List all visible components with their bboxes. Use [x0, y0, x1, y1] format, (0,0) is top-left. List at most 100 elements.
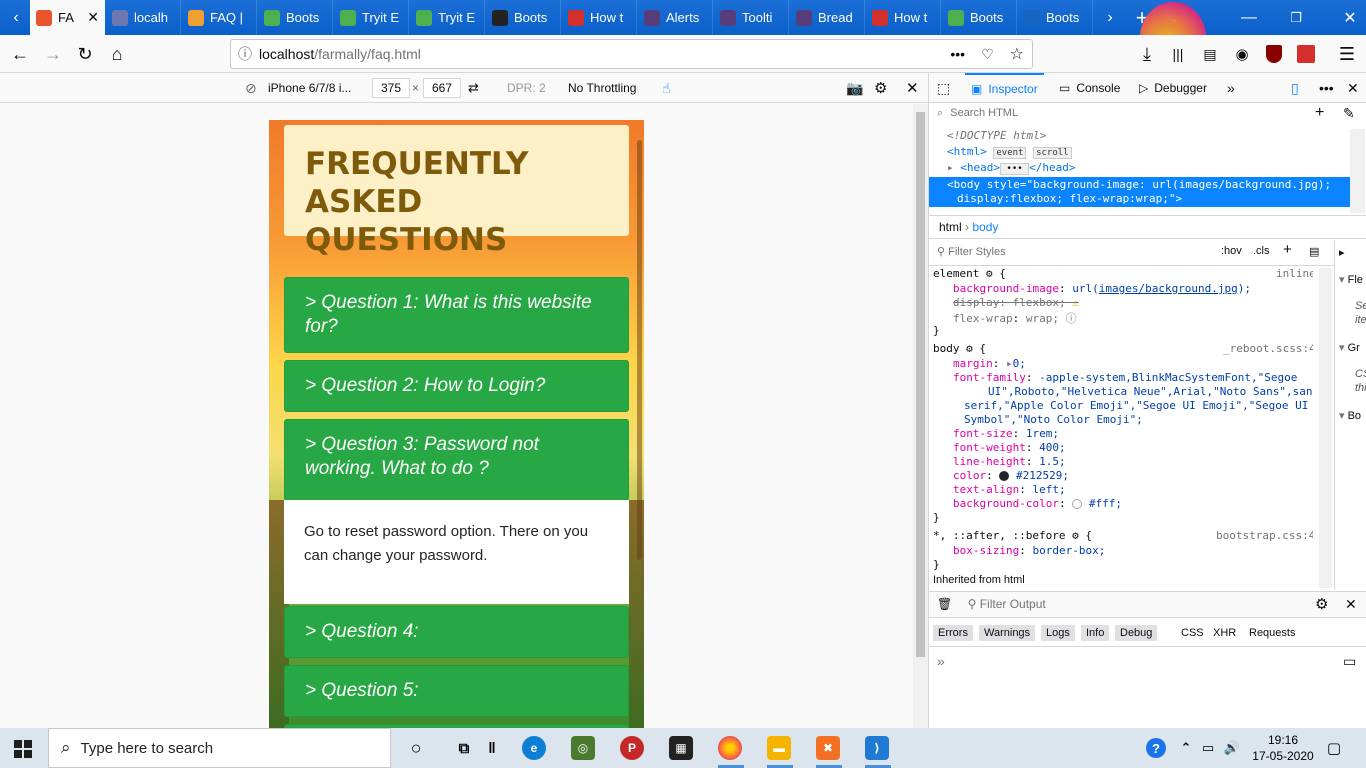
- html-search[interactable]: ⌕ Search HTML: [937, 107, 1317, 120]
- browser-tab[interactable]: Boots: [486, 0, 561, 35]
- account-icon[interactable]: ◉: [1227, 39, 1257, 69]
- menu-button[interactable]: ☰: [1332, 39, 1362, 69]
- browser-tab[interactable]: Boots: [1018, 0, 1093, 35]
- browser-tab[interactable]: How t: [562, 0, 637, 35]
- tab-close-icon[interactable]: ✕: [83, 9, 99, 26]
- doctype-node[interactable]: <!DOCTYPE html>: [947, 129, 1046, 142]
- ublock-icon[interactable]: [1259, 39, 1289, 69]
- question-1[interactable]: > Question 1: What is this website for?: [284, 277, 629, 353]
- color-swatch-icon[interactable]: [1072, 499, 1083, 509]
- dpr-selector[interactable]: DPR: 2: [507, 78, 546, 98]
- taskbar-search-box[interactable]: ⌕ Type here to search: [48, 728, 391, 768]
- notifications-icon[interactable]: ▢: [1322, 736, 1346, 760]
- eyedropper-icon[interactable]: ✎: [1343, 105, 1355, 122]
- decl-flex-wrap[interactable]: flex-wrap: wrap; ⓘ: [953, 310, 1077, 326]
- filter-errors-button[interactable]: Errors: [933, 625, 973, 641]
- throttling-selector[interactable]: No Throttling: [568, 78, 636, 98]
- close-devtools-button[interactable]: ✕: [1347, 73, 1359, 103]
- editor-mode-icon[interactable]: ▭: [1343, 653, 1356, 670]
- rules-scrollbar[interactable]: [1319, 268, 1332, 588]
- reload-button[interactable]: ↻: [70, 39, 100, 69]
- volume-icon[interactable]: 🔊: [1220, 736, 1244, 760]
- add-node-icon[interactable]: +: [1315, 104, 1324, 122]
- browser-tab[interactable]: FA ✕: [30, 0, 105, 35]
- console-input[interactable]: [1023, 653, 1333, 669]
- downloads-icon[interactable]: ⤓: [1132, 39, 1162, 69]
- rule-source-bootstrap[interactable]: bootstrap.css:40: [1216, 529, 1313, 542]
- scroll-badge[interactable]: scroll: [1033, 147, 1072, 159]
- filter-xhr-button[interactable]: XHR: [1213, 627, 1236, 639]
- touch-simulation-icon[interactable]: ☝: [662, 78, 680, 98]
- url-bar[interactable]: ⓘ localhost/farmally/faq.html ••• ♡ ☆: [230, 39, 1033, 69]
- color-swatch-icon[interactable]: [999, 471, 1010, 481]
- page-actions-icon[interactable]: •••: [942, 46, 973, 62]
- close-rdm-button[interactable]: ✕: [906, 78, 919, 98]
- trash-icon[interactable]: 🗑: [937, 597, 952, 611]
- cls-toggle[interactable]: .cls: [1253, 245, 1270, 257]
- forward-button[interactable]: →: [38, 39, 68, 69]
- breadcrumb-body[interactable]: body: [972, 220, 998, 234]
- filter-css-button[interactable]: CSS: [1181, 627, 1204, 639]
- browser-tab[interactable]: localh: [106, 0, 181, 35]
- window-close-button[interactable]: ✕: [1334, 0, 1366, 35]
- filter-output-input[interactable]: Filter Output: [980, 597, 1046, 611]
- library-icon[interactable]: |||: [1163, 39, 1193, 69]
- viewport-scrollbar[interactable]: [913, 104, 928, 728]
- browser-tab[interactable]: Tryit E: [410, 0, 485, 35]
- decl-margin[interactable]: margin: ▸0;: [953, 357, 1026, 370]
- more-tabs-icon[interactable]: »: [1227, 73, 1235, 103]
- head-node[interactable]: ▸ <head> ••• </head>: [947, 161, 1075, 175]
- hov-toggle[interactable]: :hov: [1221, 245, 1242, 257]
- browser-tab[interactable]: Boots: [258, 0, 333, 35]
- pocket-icon[interactable]: ♡: [973, 46, 1002, 63]
- task-view-icon[interactable]: ⧉: [452, 736, 476, 760]
- device-selector[interactable]: iPhone 6/7/8 i...: [268, 78, 351, 98]
- viewport-height-input[interactable]: 667: [423, 78, 461, 98]
- firefox-taskbar-icon[interactable]: [718, 736, 742, 760]
- tab-console[interactable]: ▭ Console: [1059, 73, 1120, 103]
- parsec-icon[interactable]: P: [620, 736, 644, 760]
- home-button[interactable]: ⌂: [102, 39, 132, 69]
- bookmark-star-icon[interactable]: ☆: [1002, 44, 1032, 64]
- file-explorer-icon[interactable]: ▬: [767, 736, 791, 760]
- sidebar-icon[interactable]: ▤: [1195, 39, 1225, 69]
- side-panel-toggle-icon[interactable]: ▸: [1339, 246, 1345, 259]
- close-split-console-button[interactable]: ✕: [1345, 596, 1357, 613]
- windows-start-icon[interactable]: [14, 740, 32, 758]
- screenshot-icon[interactable]: 📷: [846, 78, 863, 98]
- print-simulation-icon[interactable]: ▤: [1309, 245, 1319, 258]
- help-icon[interactable]: ?: [1146, 738, 1166, 758]
- tab-scroll-left-button[interactable]: ‹: [0, 0, 32, 35]
- edge-icon[interactable]: e: [522, 736, 546, 760]
- back-button[interactable]: ←: [5, 39, 35, 69]
- filter-requests-button[interactable]: Requests: [1249, 627, 1295, 639]
- browser-tab[interactable]: Tryit E: [334, 0, 409, 35]
- vscode-icon[interactable]: ⟩: [865, 736, 889, 760]
- clock[interactable]: 19:16 17-05-2020: [1250, 732, 1316, 764]
- html-search-input[interactable]: Search HTML: [950, 107, 1018, 119]
- cortana-icon[interactable]: ○: [404, 736, 428, 760]
- question-4[interactable]: > Question 4:: [284, 606, 629, 658]
- filter-debug-button[interactable]: Debug: [1115, 625, 1158, 641]
- browser-tab[interactable]: Boots: [942, 0, 1017, 35]
- filter-styles-input[interactable]: Filter Styles: [948, 246, 1005, 258]
- minimize-button[interactable]: —: [1233, 0, 1265, 35]
- decl-display-invalid[interactable]: display: flexbox; ⚠: [953, 296, 1079, 309]
- extension-icon[interactable]: [1291, 39, 1321, 69]
- xampp-icon[interactable]: ✖: [816, 736, 840, 760]
- decl-color[interactable]: color: #212529;: [953, 469, 1069, 482]
- browser-tab[interactable]: Toolti: [714, 0, 789, 35]
- viewport-width-input[interactable]: 375: [372, 78, 410, 98]
- store-icon[interactable]: ▦: [669, 736, 693, 760]
- more-options-icon[interactable]: •••: [1319, 73, 1334, 103]
- decl-background-color[interactable]: background-color: #fff;: [953, 497, 1122, 510]
- page-scrollbar[interactable]: [637, 140, 642, 560]
- breadcrumb-html[interactable]: html: [939, 220, 962, 234]
- add-rule-icon[interactable]: +: [1283, 241, 1292, 258]
- network-icon[interactable]: ▭: [1196, 736, 1220, 760]
- filter-logs-button[interactable]: Logs: [1041, 625, 1075, 641]
- decl-font-weight[interactable]: font-weight: 400;: [953, 441, 1066, 454]
- decl-line-height[interactable]: line-height: 1.5;: [953, 455, 1066, 468]
- filter-warnings-button[interactable]: Warnings: [979, 625, 1036, 641]
- browser-tab[interactable]: Alerts: [638, 0, 713, 35]
